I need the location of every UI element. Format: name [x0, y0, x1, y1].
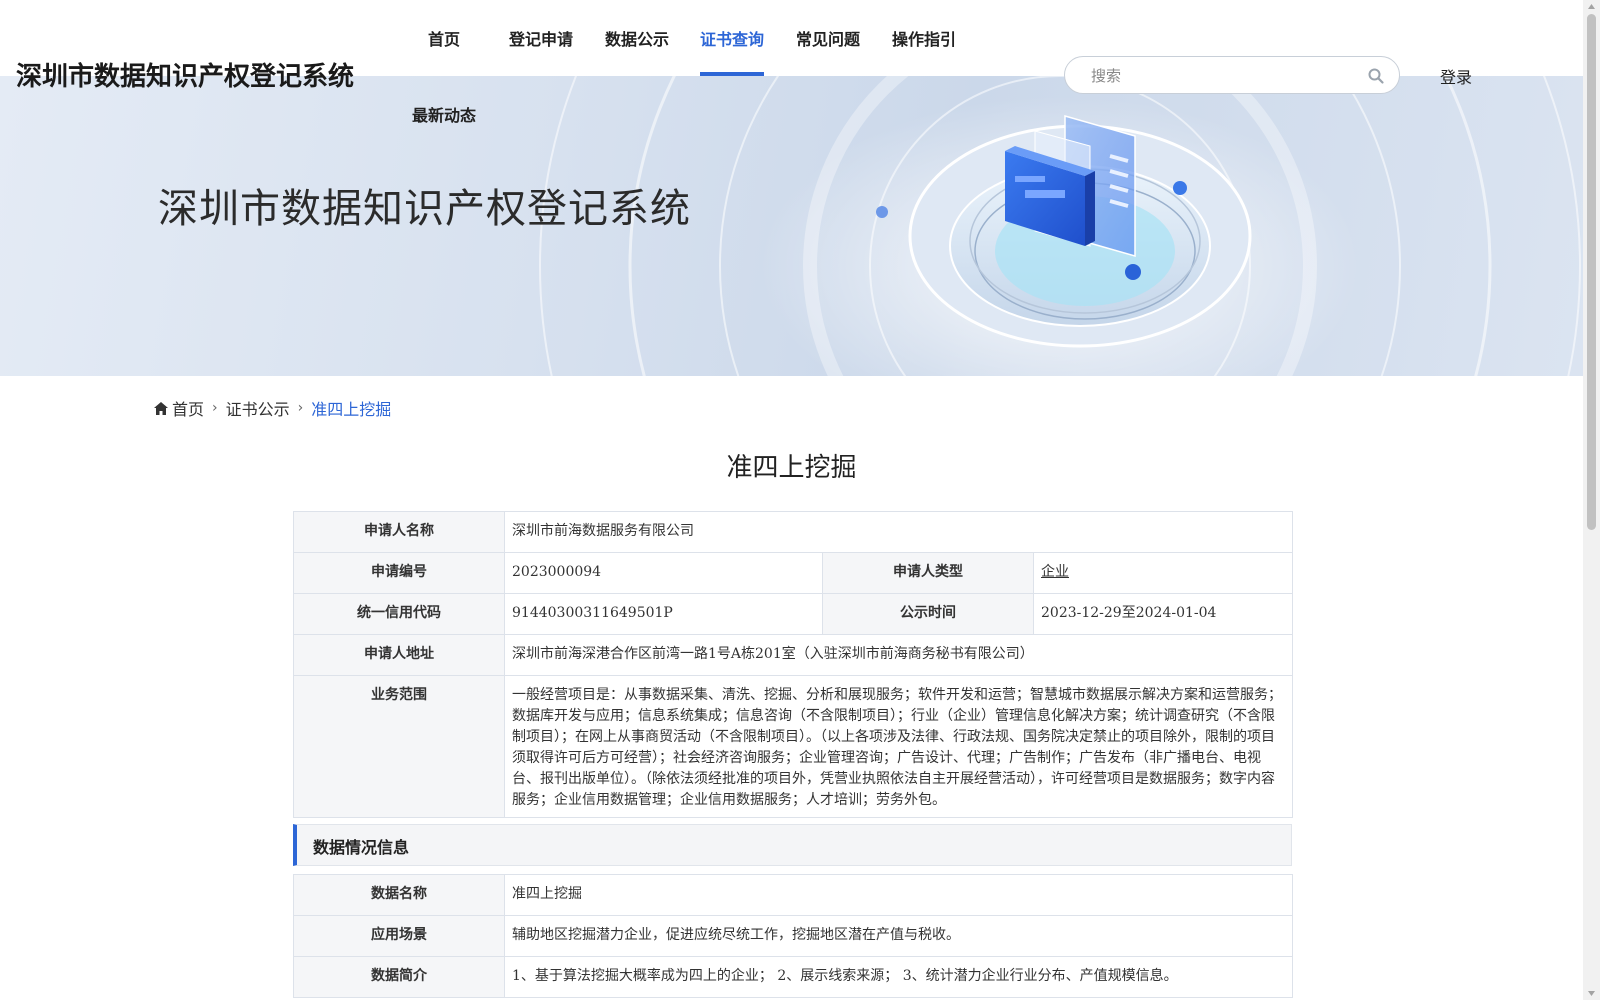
home-icon[interactable] — [154, 401, 168, 415]
site-title[interactable]: 深圳市数据知识产权登记系统 — [16, 56, 354, 93]
nav-latest-news[interactable]: 最新动态 — [412, 102, 476, 126]
data-intro-value: 1、基于算法挖掘大概率成为四上的企业； 2、展示线索来源； 3、统计潜力企业行业… — [504, 956, 1293, 998]
table-row: 申请人名称 深圳市前海数据服务有限公司 — [293, 511, 1294, 553]
data-name-label: 数据名称 — [293, 874, 505, 916]
applicant-name-value: 深圳市前海数据服务有限公司 — [503, 511, 1294, 553]
data-name-value: 准四上挖掘 — [504, 874, 1293, 916]
search-icon[interactable] — [1367, 67, 1385, 85]
applicant-address-value: 深圳市前海深港合作区前湾一路1号A栋201室（入驻深圳市前海商务秘书有限公司） — [503, 634, 1294, 676]
breadcrumb-current: 准四上挖掘 — [311, 400, 392, 419]
nav-certificate-query[interactable]: 证书查询 — [700, 26, 764, 50]
credit-code-label: 统一信用代码 — [293, 593, 505, 635]
table-row: 申请编号 2023000094 申请人类型 企业 — [293, 552, 1294, 594]
nav-registration-apply[interactable]: 登记申请 — [509, 26, 573, 50]
business-scope-value: 一般经营项目是：从事数据采集、清洗、挖掘、分析和展现服务；软件开发和运营；智慧城… — [503, 675, 1294, 818]
scroll-up-arrow-icon[interactable] — [1587, 3, 1596, 11]
data-info-section-header: 数据情况信息 — [293, 824, 1292, 866]
banner-title: 深圳市数据知识产权登记系统 — [158, 186, 691, 232]
table-row: 申请人地址 深圳市前海深港合作区前湾一路1号A栋201室（入驻深圳市前海商务秘书… — [293, 634, 1294, 676]
table-row: 业务范围 一般经营项目是：从事数据采集、清洗、挖掘、分析和展现服务；软件开发和运… — [293, 675, 1294, 818]
credit-code-value: 91440300311649501P — [504, 593, 823, 635]
applicant-info-table: 申请人名称 深圳市前海数据服务有限公司 申请编号 2023000094 申请人类… — [293, 511, 1294, 818]
search-input[interactable] — [1089, 65, 1353, 87]
breadcrumb-home[interactable]: 首页 — [172, 396, 204, 420]
data-info-table: 数据名称 准四上挖掘 应用场景 辅助地区挖掘潜力企业，促进应统尽统工作，挖掘地区… — [293, 874, 1293, 998]
nav-active-indicator — [700, 72, 764, 76]
application-scenario-label: 应用场景 — [293, 915, 505, 957]
nav-faq[interactable]: 常见问题 — [796, 26, 860, 50]
breadcrumb: 首页 › 证书公示 › 准四上挖掘 — [154, 396, 391, 420]
breadcrumb-certificate-publicity[interactable]: 证书公示 — [226, 396, 290, 420]
applicant-address-label: 申请人地址 — [293, 634, 505, 676]
publicity-time-label: 公示时间 — [822, 593, 1034, 635]
nav-data-publicity[interactable]: 数据公示 — [605, 26, 669, 50]
application-number-label: 申请编号 — [293, 552, 505, 594]
applicant-type-value: 企业 — [1032, 552, 1294, 594]
table-row: 数据名称 准四上挖掘 — [293, 874, 1293, 916]
search-box[interactable] — [1064, 56, 1400, 94]
login-link[interactable]: 登录 — [1440, 64, 1472, 88]
table-row: 统一信用代码 91440300311649501P 公示时间 2023-12-2… — [293, 593, 1294, 635]
nav-home[interactable]: 首页 — [428, 26, 460, 50]
publicity-time-value: 2023-12-29至2024-01-04 — [1032, 593, 1294, 635]
hero-banner: 深圳市数据知识产权登记系统 — [0, 76, 1583, 376]
page-scrollbar[interactable] — [1583, 0, 1600, 1000]
chevron-right-icon: › — [212, 400, 218, 416]
applicant-type-label: 申请人类型 — [822, 552, 1034, 594]
table-row: 应用场景 辅助地区挖掘潜力企业，促进应统尽统工作，挖掘地区潜在产值与税收。 — [293, 915, 1293, 957]
data-intro-label: 数据简介 — [293, 956, 505, 998]
application-scenario-value: 辅助地区挖掘潜力企业，促进应统尽统工作，挖掘地区潜在产值与税收。 — [504, 915, 1293, 957]
nav-operation-guide[interactable]: 操作指引 — [892, 26, 956, 50]
application-number-value: 2023000094 — [504, 552, 823, 594]
page-title: 准四上挖掘 — [726, 453, 857, 483]
scrollbar-thumb[interactable] — [1587, 14, 1596, 530]
chevron-right-icon: › — [297, 400, 304, 416]
applicant-name-label: 申请人名称 — [293, 511, 505, 553]
table-row: 数据简介 1、基于算法挖掘大概率成为四上的企业； 2、展示线索来源； 3、统计潜… — [293, 956, 1293, 998]
business-scope-label: 业务范围 — [293, 675, 505, 818]
scroll-down-arrow-icon[interactable] — [1587, 989, 1596, 997]
